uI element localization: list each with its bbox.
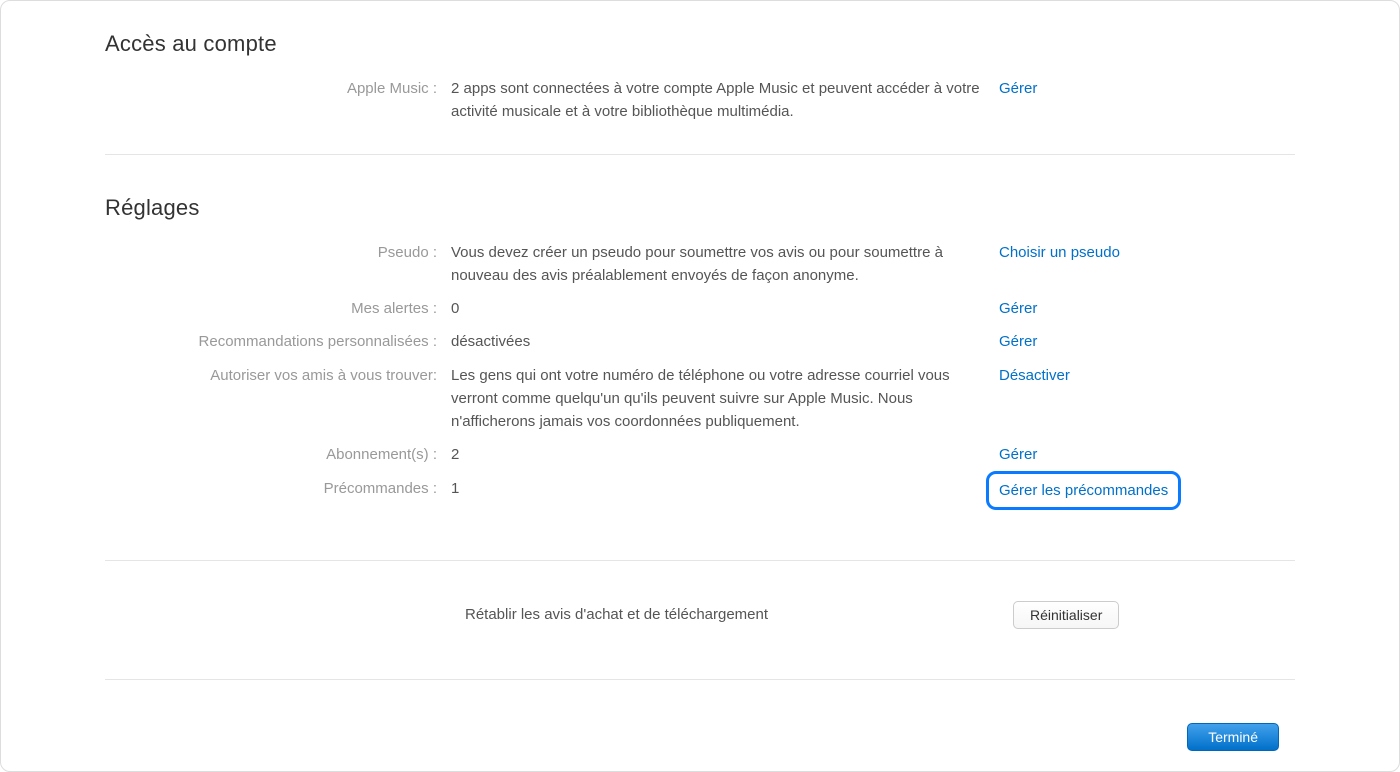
reset-text: Rétablir les avis d'achat et de téléchar… [465,606,1013,623]
preorders-label: Précommandes : [105,477,451,500]
alerts-value: 0 [451,297,999,320]
settings-title: Réglages [105,195,1295,221]
friends-value: Les gens qui ont votre numéro de télépho… [451,364,999,434]
account-access-title: Accès au compte [105,31,1295,57]
footer: Terminé [1187,723,1279,751]
recommendations-row: Recommandations personnalisées : désacti… [105,330,1295,353]
subscriptions-label: Abonnement(s) : [105,443,451,466]
preorders-row: Précommandes : 1 Gérer les précommandes [105,477,1295,510]
recommendations-manage-link[interactable]: Gérer [999,330,1037,353]
apple-music-manage-link[interactable]: Gérer [999,77,1037,100]
pseudo-label: Pseudo : [105,241,451,264]
reset-button[interactable]: Réinitialiser [1013,601,1119,629]
section-divider [105,154,1295,155]
settings-divider [105,560,1295,561]
reset-row: Rétablir les avis d'achat et de téléchar… [105,601,1295,629]
done-button[interactable]: Terminé [1187,723,1279,751]
friends-disable-link[interactable]: Désactiver [999,364,1070,387]
recommendations-value: désactivées [451,330,999,353]
pseudo-row: Pseudo : Vous devez créer un pseudo pour… [105,241,1295,288]
choose-pseudo-link[interactable]: Choisir un pseudo [999,241,1120,264]
preorders-value: 1 [451,477,999,500]
friends-label: Autoriser vos amis à vous trouver: [105,364,451,387]
manage-preorders-link[interactable]: Gérer les précommandes [986,471,1181,510]
alerts-label: Mes alertes : [105,297,451,320]
apple-music-label: Apple Music : [105,77,451,100]
recommendations-label: Recommandations personnalisées : [105,330,451,353]
friends-row: Autoriser vos amis à vous trouver: Les g… [105,364,1295,434]
subscriptions-manage-link[interactable]: Gérer [999,443,1037,466]
content-area: Accès au compte Apple Music : 2 apps son… [105,31,1295,680]
apple-music-row: Apple Music : 2 apps sont connectées à v… [105,77,1295,124]
alerts-row: Mes alertes : 0 Gérer [105,297,1295,320]
apple-music-value: 2 apps sont connectées à votre compte Ap… [451,77,999,124]
footer-divider [105,679,1295,680]
subscriptions-value: 2 [451,443,999,466]
settings-window: Accès au compte Apple Music : 2 apps son… [0,0,1400,772]
alerts-manage-link[interactable]: Gérer [999,297,1037,320]
pseudo-value: Vous devez créer un pseudo pour soumettr… [451,241,999,288]
subscriptions-row: Abonnement(s) : 2 Gérer [105,443,1295,466]
